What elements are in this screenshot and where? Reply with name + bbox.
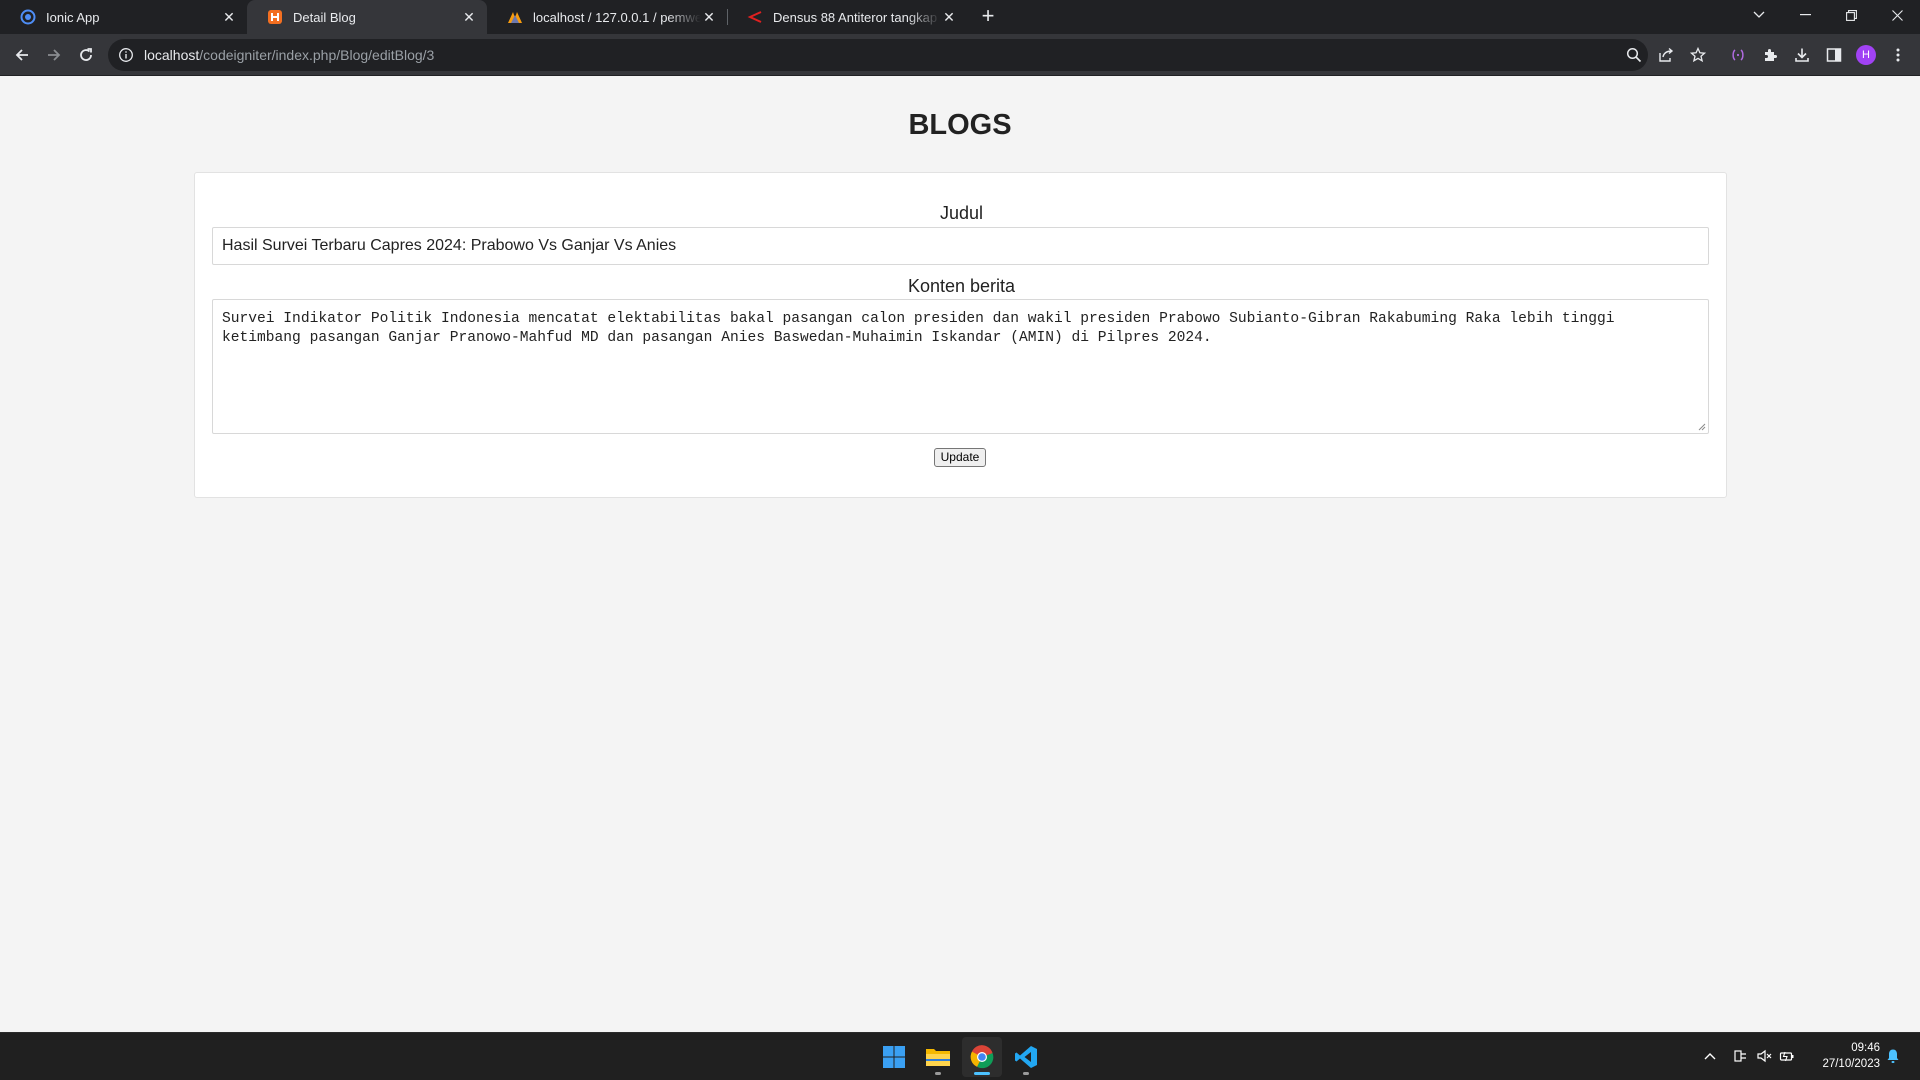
reload-button[interactable]: [71, 40, 101, 70]
forward-arrow-icon: [48, 49, 61, 61]
resize-grip-icon[interactable]: [1697, 422, 1706, 431]
site-info-icon[interactable]: [118, 47, 134, 63]
phpmyadmin-icon: [507, 9, 523, 25]
side-panel-icon[interactable]: [1825, 46, 1843, 64]
page-title: BLOGS: [908, 109, 1012, 141]
zoom-icon[interactable]: [1625, 46, 1643, 64]
back-arrow-icon: [15, 49, 28, 61]
konten-textarea[interactable]: Survei Indikator Politik Indonesia menca…: [212, 299, 1709, 434]
download-icon[interactable]: [1793, 46, 1811, 64]
browser-tab-strip: Ionic App ✕ Detail Blog ✕ localhost / 12…: [0, 0, 1920, 34]
konten-label: Konten berita: [907, 276, 1016, 296]
tab-news[interactable]: Densus 88 Antiteror tangkap 18 ✕: [727, 0, 967, 34]
notification-bell-icon[interactable]: [1884, 1047, 1902, 1065]
close-icon[interactable]: ✕: [941, 9, 957, 25]
codeigniter-icon: [267, 9, 283, 25]
address-url: localhost/codeigniter/index.php/Blog/edi…: [144, 47, 434, 63]
close-icon[interactable]: ✕: [221, 9, 237, 25]
vscode-icon[interactable]: [1006, 1037, 1046, 1077]
chrome-icon[interactable]: [962, 1037, 1002, 1077]
bookmark-star-icon[interactable]: [1689, 46, 1707, 64]
address-bar[interactable]: localhost/codeigniter/index.php/Blog/edi…: [108, 39, 1648, 71]
restore-button[interactable]: [1828, 0, 1874, 30]
tab-detail-blog[interactable]: Detail Blog ✕: [247, 0, 487, 34]
forward-button[interactable]: [39, 40, 69, 70]
close-icon[interactable]: ✕: [461, 9, 477, 25]
reload-icon: [80, 48, 92, 61]
clock-date: 27/10/2023: [1822, 1058, 1880, 1070]
ionic-icon: [20, 9, 36, 25]
address-path: /codeigniter/index.php/Blog/editBlog/3: [199, 47, 435, 63]
back-button[interactable]: [7, 40, 37, 70]
tab-title: localhost / 127.0.0.1 / pemweb /: [533, 9, 701, 25]
konten-text: Survei Indikator Politik Indonesia menca…: [222, 311, 1615, 346]
chevron-up-icon[interactable]: [1701, 1047, 1719, 1065]
profile-avatar[interactable]: H: [1856, 45, 1876, 65]
kebab-menu-icon[interactable]: [1889, 46, 1907, 64]
battery-icon[interactable]: [1778, 1047, 1796, 1065]
running-indicator: [935, 1072, 941, 1075]
news-icon: [747, 9, 763, 25]
browser-toolbar: localhost/codeigniter/index.php/Blog/edi…: [0, 34, 1920, 76]
close-window-button[interactable]: [1874, 0, 1920, 30]
network-icon[interactable]: [1732, 1047, 1750, 1065]
tab-title: Densus 88 Antiteror tangkap 18: [773, 9, 941, 25]
tab-title: Detail Blog: [293, 9, 356, 25]
minimize-button[interactable]: [1782, 0, 1828, 30]
close-icon[interactable]: ✕: [701, 9, 717, 25]
share-icon[interactable]: [1657, 46, 1675, 64]
windows-taskbar: 09:46 27/10/2023: [0, 1032, 1920, 1080]
extensions-puzzle-icon[interactable]: [1761, 46, 1779, 64]
address-host: localhost: [144, 47, 200, 63]
edit-blog-form: Judul Hasil Survei Terbaru Capres 2024: …: [194, 172, 1727, 498]
running-indicator: [1023, 1072, 1029, 1075]
extension-devtools-icon[interactable]: [1729, 46, 1747, 64]
judul-input[interactable]: Hasil Survei Terbaru Capres 2024: Prabow…: [212, 227, 1709, 265]
volume-muted-icon[interactable]: [1755, 1047, 1773, 1065]
tab-ionic-app[interactable]: Ionic App ✕: [0, 0, 247, 34]
judul-label: Judul: [939, 203, 984, 223]
tab-search-button[interactable]: [1736, 0, 1782, 30]
running-indicator: [974, 1072, 990, 1075]
file-explorer-icon[interactable]: [918, 1037, 958, 1077]
page-viewport: BLOGS Judul Hasil Survei Terbaru Capres …: [0, 77, 1920, 1032]
tab-title: Ionic App: [46, 9, 100, 25]
clock-time: 09:46: [1851, 1042, 1880, 1054]
windows-start-icon[interactable]: [874, 1037, 914, 1077]
update-button[interactable]: Update: [934, 448, 986, 467]
tab-phpmyadmin[interactable]: localhost / 127.0.0.1 / pemweb / ✕: [487, 0, 727, 34]
new-tab-button[interactable]: +: [976, 5, 1000, 29]
taskbar-clock[interactable]: 09:46 27/10/2023: [1810, 1040, 1880, 1072]
